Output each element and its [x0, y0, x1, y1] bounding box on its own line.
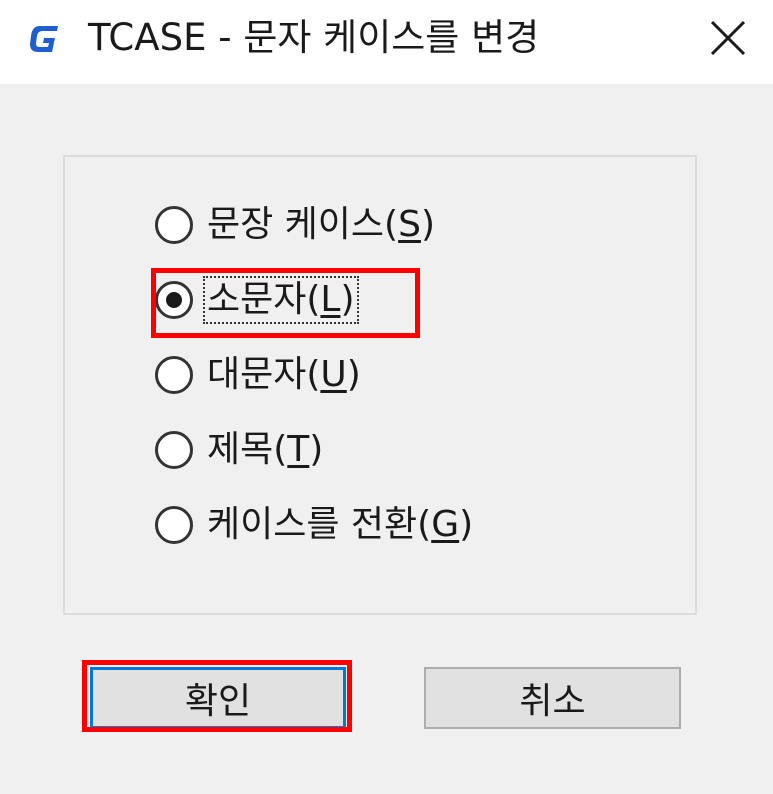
option-lowercase[interactable]: 소문자(L) — [155, 276, 359, 324]
close-button[interactable] — [700, 10, 756, 66]
option-toggle-case[interactable]: 케이스를 전환(G) — [155, 501, 475, 549]
window-title: TCASE - 문자 케이스를 변경 — [88, 16, 540, 59]
option-title-case[interactable]: 제목(T) — [155, 426, 325, 474]
option-label: 문장 케이스(S) — [207, 204, 435, 245]
radio-lowercase[interactable] — [155, 281, 193, 319]
title-bar: TCASE - 문자 케이스를 변경 — [0, 0, 773, 84]
radio-sentence-case[interactable] — [155, 206, 193, 244]
radio-title-case[interactable] — [155, 431, 193, 469]
option-uppercase[interactable]: 대문자(U) — [155, 351, 363, 399]
option-sentence-case[interactable]: 문장 케이스(S) — [155, 201, 437, 249]
option-label: 대문자(U) — [207, 354, 361, 395]
cancel-button[interactable]: 취소 — [424, 667, 681, 729]
option-label: 소문자(L) — [203, 276, 359, 324]
app-logo-icon — [24, 16, 68, 60]
ok-button[interactable]: 확인 — [90, 667, 346, 729]
option-label: 케이스를 전환(G) — [207, 504, 474, 545]
close-icon — [710, 20, 746, 56]
radio-toggle-case[interactable] — [155, 506, 193, 544]
option-label: 제목(T) — [207, 429, 324, 470]
radio-uppercase[interactable] — [155, 356, 193, 394]
